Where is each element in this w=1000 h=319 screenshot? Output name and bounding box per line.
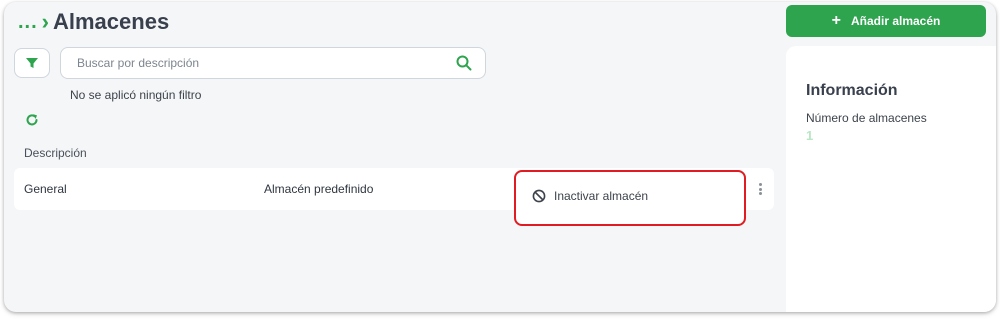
warehouse-count-label: Número de almacenes <box>806 111 927 125</box>
ban-icon <box>532 189 546 203</box>
menu-item-inactivate[interactable]: Inactivar almacén <box>532 189 648 203</box>
search-icon[interactable] <box>449 48 479 78</box>
breadcrumb-ellipsis[interactable]: ... <box>18 10 38 34</box>
column-header-description[interactable]: Descripción <box>24 146 87 160</box>
plus-icon: + <box>831 12 841 29</box>
info-title: Información <box>806 82 898 99</box>
cell-type: Almacén predefinido <box>264 182 374 196</box>
cell-description: General <box>24 182 67 196</box>
search-input[interactable] <box>61 48 449 78</box>
info-panel: Información Número de almacenes 1 <box>786 46 996 312</box>
search-box <box>60 47 486 79</box>
breadcrumb: ... › Almacenes <box>18 10 169 34</box>
warehouse-count-value: 1 <box>806 128 814 143</box>
add-warehouse-label: Añadir almacén <box>850 14 941 28</box>
refresh-icon[interactable] <box>23 111 41 129</box>
filter-button[interactable] <box>14 48 50 78</box>
app-frame: ... › Almacenes No se aplicó ningún filt… <box>4 2 996 312</box>
funnel-icon <box>26 58 38 68</box>
more-options-icon[interactable] <box>756 181 764 197</box>
add-warehouse-button[interactable]: + Añadir almacén <box>786 5 986 37</box>
page-title: Almacenes <box>53 9 170 34</box>
filter-status: No se aplicó ningún filtro <box>70 88 202 102</box>
menu-item-label: Inactivar almacén <box>554 189 649 203</box>
chevron-right-icon: › <box>41 9 49 34</box>
row-context-menu: Inactivar almacén <box>514 170 746 226</box>
